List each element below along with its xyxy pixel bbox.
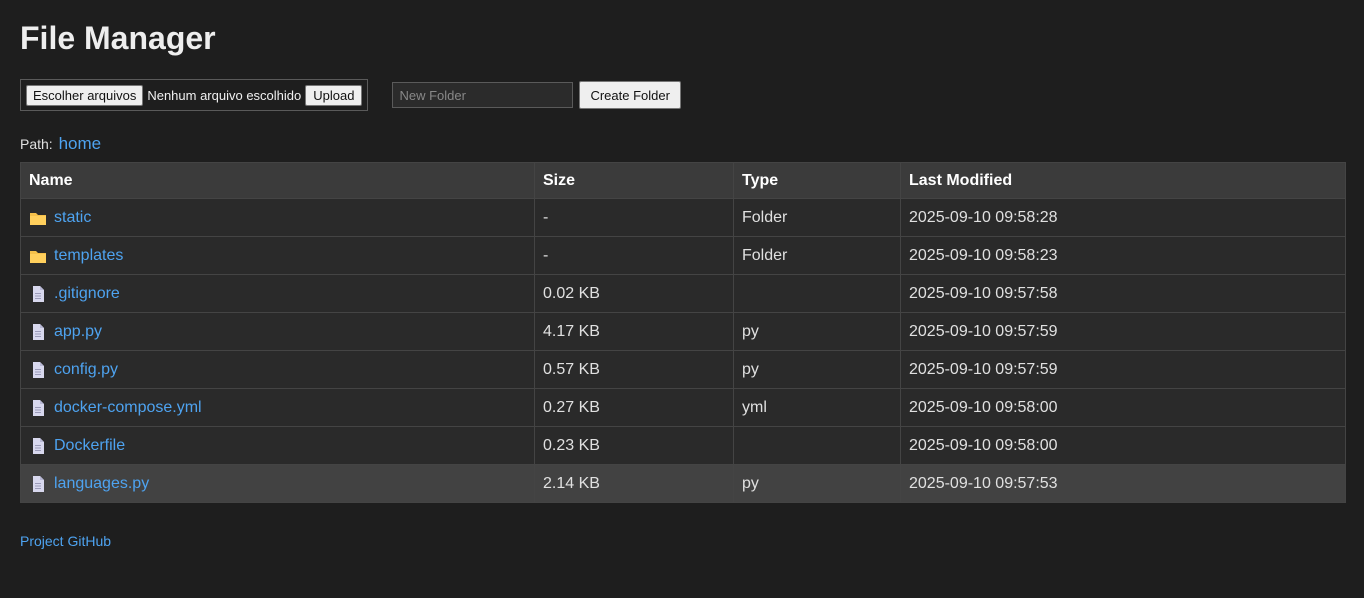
cell-size: 2.14 KB (534, 464, 734, 503)
choose-files-button[interactable]: Escolher arquivos (26, 84, 144, 106)
path-label: Path: (20, 136, 53, 152)
create-folder-button[interactable]: Create Folder (579, 81, 681, 109)
table-row[interactable]: app.py 4.17 KB py 2025-09-10 09:57:59 (20, 312, 1346, 351)
folder-icon (29, 247, 47, 265)
file-name-link[interactable]: docker-compose.yml (54, 399, 202, 417)
file-name-link[interactable]: .gitignore (54, 285, 120, 303)
file-status-text: Nenhum arquivo escolhido (147, 87, 302, 103)
cell-last-modified: 2025-09-10 09:58:00 (900, 388, 1346, 427)
cell-type: py (733, 312, 901, 351)
folder-icon (29, 209, 47, 227)
cell-last-modified: 2025-09-10 09:57:59 (900, 312, 1346, 351)
cell-type: Folder (733, 198, 901, 237)
project-github-link[interactable]: Project GitHub (20, 533, 111, 549)
name-wrapper: .gitignore (29, 276, 526, 312)
file-name-link[interactable]: templates (54, 247, 123, 265)
cell-type: py (733, 464, 901, 503)
cell-name: .gitignore (20, 274, 535, 313)
page-title: File Manager (20, 20, 216, 56)
cell-type (733, 274, 901, 313)
file-name-link[interactable]: config.py (54, 361, 118, 379)
file-manager-page: File Manager Escolher arquivos Nenhum ar… (0, 0, 1364, 549)
cell-type: py (733, 350, 901, 389)
name-wrapper: languages.py (29, 466, 526, 502)
file-icon (29, 475, 47, 493)
cell-size: 0.57 KB (534, 350, 734, 389)
file-icon (29, 285, 47, 303)
name-wrapper: Dockerfile (29, 428, 526, 464)
cell-name: config.py (20, 350, 535, 389)
table-row[interactable]: static - Folder 2025-09-10 09:58:28 (20, 198, 1346, 237)
cell-size: 0.27 KB (534, 388, 734, 427)
cell-last-modified: 2025-09-10 09:57:53 (900, 464, 1346, 503)
table-row[interactable]: languages.py 2.14 KB py 2025-09-10 09:57:53 (20, 464, 1346, 503)
name-wrapper: docker-compose.yml (29, 390, 526, 426)
upload-form: Escolher arquivos Nenhum arquivo escolhi… (20, 79, 369, 111)
toolbar: Escolher arquivos Nenhum arquivo escolhi… (20, 79, 1346, 111)
file-icon (29, 323, 47, 341)
cell-name: app.py (20, 312, 535, 351)
name-wrapper: app.py (29, 314, 526, 350)
breadcrumb: Path: home (20, 134, 1346, 154)
file-table: Name Size Type Last Modified static - Fold… (20, 162, 1346, 503)
cell-name: templates (20, 236, 535, 275)
name-wrapper: templates (29, 238, 526, 274)
table-row[interactable]: config.py 0.57 KB py 2025-09-10 09:57:59 (20, 350, 1346, 389)
new-folder-input[interactable] (392, 82, 574, 108)
table-header-row: Name Size Type Last Modified (20, 162, 1346, 199)
cell-name: static (20, 198, 535, 237)
footer: Project GitHub (20, 533, 1346, 549)
file-icon (29, 361, 47, 379)
file-name-link[interactable]: static (54, 209, 91, 227)
table-row[interactable]: docker-compose.yml 0.27 KB yml 2025-09-10 0… (20, 388, 1346, 427)
breadcrumb-home-link[interactable]: home (59, 134, 102, 153)
cell-name: languages.py (20, 464, 535, 503)
cell-type (733, 426, 901, 465)
cell-last-modified: 2025-09-10 09:58:23 (900, 236, 1346, 275)
file-name-link[interactable]: languages.py (54, 475, 149, 493)
column-header-size[interactable]: Size (534, 162, 734, 199)
column-header-last-modified[interactable]: Last Modified (900, 162, 1346, 199)
table-row[interactable]: Dockerfile 0.23 KB 2025-09-10 09:58:00 (20, 426, 1346, 465)
upload-button[interactable]: Upload (305, 84, 363, 106)
cell-name: docker-compose.yml (20, 388, 535, 427)
cell-last-modified: 2025-09-10 09:57:59 (900, 350, 1346, 389)
table-row[interactable]: templates - Folder 2025-09-10 09:58:23 (20, 236, 1346, 275)
column-header-type[interactable]: Type (733, 162, 901, 199)
file-icon (29, 399, 47, 417)
file-name-link[interactable]: app.py (54, 323, 102, 341)
column-header-name[interactable]: Name (20, 162, 535, 199)
cell-name: Dockerfile (20, 426, 535, 465)
cell-size: - (534, 198, 734, 237)
table-row[interactable]: .gitignore 0.02 KB 2025-09-10 09:57:58 (20, 274, 1346, 313)
cell-type: Folder (733, 236, 901, 275)
cell-size: - (534, 236, 734, 275)
file-name-link[interactable]: Dockerfile (54, 437, 125, 455)
cell-last-modified: 2025-09-10 09:57:58 (900, 274, 1346, 313)
name-wrapper: static (29, 200, 526, 236)
cell-size: 0.02 KB (534, 274, 734, 313)
name-wrapper: config.py (29, 352, 526, 388)
cell-size: 0.23 KB (534, 426, 734, 465)
cell-last-modified: 2025-09-10 09:58:28 (900, 198, 1346, 237)
cell-last-modified: 2025-09-10 09:58:00 (900, 426, 1346, 465)
cell-type: yml (733, 388, 901, 427)
file-icon (29, 437, 47, 455)
cell-size: 4.17 KB (534, 312, 734, 351)
